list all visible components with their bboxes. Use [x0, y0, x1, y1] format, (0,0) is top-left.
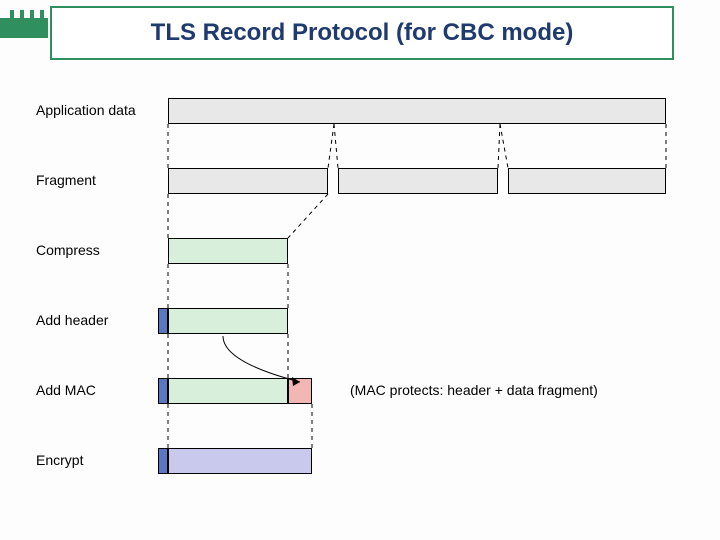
row-label: Application data — [36, 102, 136, 118]
page-title: TLS Record Protocol (for CBC mode) — [50, 6, 674, 60]
row-compress: Compress — [0, 238, 720, 268]
block-fragment-3 — [508, 168, 666, 194]
title-bar: TLS Record Protocol (for CBC mode) — [0, 6, 720, 60]
page-title-text: TLS Record Protocol (for CBC mode) — [151, 19, 574, 47]
title-tick — [40, 10, 44, 22]
block-header-copy — [158, 448, 168, 474]
title-tick — [10, 10, 14, 22]
row-label: Add MAC — [36, 382, 96, 398]
row-label: Fragment — [36, 172, 96, 188]
row-label: Compress — [36, 242, 100, 258]
block-header-copy — [158, 378, 168, 404]
block-fragment-2 — [338, 168, 498, 194]
block-ciphertext — [168, 448, 312, 474]
diagram-stage: Application data Fragment Compress Add h… — [0, 80, 720, 520]
row-add-header: Add header — [0, 308, 720, 338]
block-compress-copy — [168, 308, 288, 334]
row-label: Encrypt — [36, 452, 83, 468]
title-tick — [30, 10, 34, 22]
row-label: Add header — [36, 312, 108, 328]
block-compress-copy — [168, 378, 288, 404]
block-header — [158, 308, 168, 334]
row-encrypt: Encrypt — [0, 448, 720, 478]
block-compress — [168, 238, 288, 264]
title-tick — [20, 10, 24, 22]
row-application-data: Application data — [0, 98, 720, 128]
block-mac — [288, 378, 312, 404]
note-mac-protects: (MAC protects: header + data fragment) — [350, 382, 598, 398]
row-fragment: Fragment — [0, 168, 720, 198]
block-fragment-1 — [168, 168, 328, 194]
block-appdata — [168, 98, 666, 124]
